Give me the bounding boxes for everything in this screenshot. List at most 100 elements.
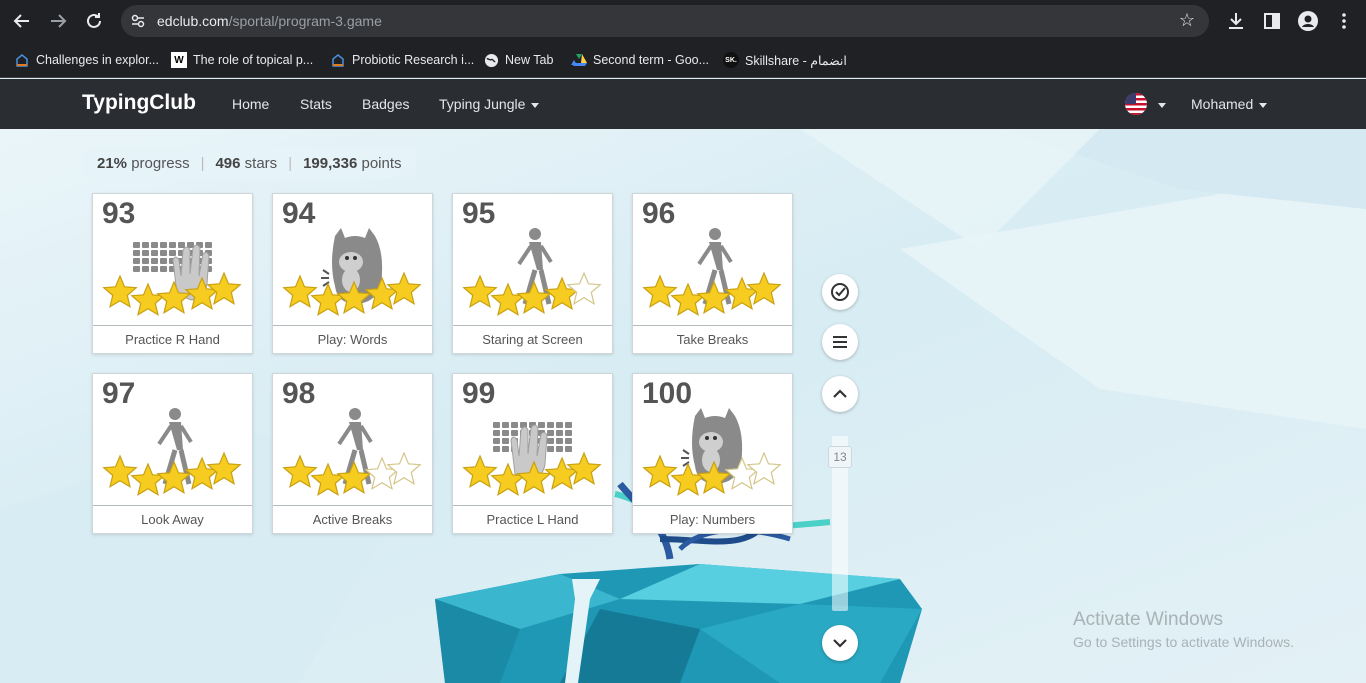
site-navbar: TypingClub Home Stats Badges Typing Jung… bbox=[0, 79, 1366, 129]
chevron-down-icon bbox=[531, 102, 540, 108]
stars-value: 496 bbox=[215, 154, 241, 172]
bookmark-item[interactable]: W The role of topical p... bbox=[171, 50, 313, 70]
bookmark-item[interactable]: SK. Skillshare - انضمام bbox=[723, 50, 847, 70]
google-drive-icon bbox=[571, 52, 587, 68]
rating-star-icon bbox=[566, 451, 602, 486]
wikipedia-icon: W bbox=[171, 52, 187, 68]
creature-icon bbox=[633, 404, 794, 504]
bookmarks-bar: Challenges in explor... W The role of to… bbox=[0, 42, 1366, 78]
rating-star-icon bbox=[386, 451, 422, 486]
menu-button[interactable] bbox=[822, 324, 858, 360]
lesson-title: Active Breaks bbox=[273, 505, 432, 533]
divider: | bbox=[288, 154, 293, 172]
page-icon bbox=[330, 52, 346, 68]
rating-star-icon bbox=[102, 274, 138, 309]
windows-activation-watermark: Activate Windows Go to Settings to activ… bbox=[1073, 609, 1294, 650]
address-bar[interactable]: edclub.com/sportal/program-3.game ☆ bbox=[121, 5, 1209, 37]
walking-person-icon bbox=[453, 224, 614, 324]
keyboard-hand-icon bbox=[453, 404, 614, 504]
rating-star-icon bbox=[462, 454, 498, 489]
rating-star-icon bbox=[102, 454, 138, 489]
nav-stats[interactable]: Stats bbox=[300, 96, 332, 112]
chevron-down-icon bbox=[1158, 102, 1166, 108]
rating-star-icon bbox=[462, 274, 498, 309]
lesson-map: 21% progress | 496 stars | 199,336 point… bbox=[0, 129, 1366, 683]
rating-star-icon bbox=[282, 454, 318, 489]
chevron-down-icon bbox=[833, 639, 847, 648]
side-panel-icon[interactable] bbox=[1260, 9, 1284, 33]
rating-star-icon bbox=[746, 271, 782, 306]
lesson-title: Take Breaks bbox=[633, 325, 792, 353]
lesson-card[interactable]: 93 Practice R Hand bbox=[92, 193, 253, 354]
stars-label: stars bbox=[244, 154, 278, 172]
rating-star-icon bbox=[282, 274, 318, 309]
chevron-up-icon bbox=[833, 389, 847, 398]
lesson-card[interactable]: 96 Take Breaks bbox=[632, 193, 793, 354]
lesson-title: Look Away bbox=[93, 505, 252, 533]
scroll-down-button[interactable] bbox=[822, 625, 858, 661]
globe-icon bbox=[483, 52, 499, 68]
rating-star-icon bbox=[130, 282, 166, 317]
progress-value: 21% bbox=[97, 154, 128, 172]
divider: | bbox=[200, 154, 205, 172]
menu-kebab-icon[interactable] bbox=[1332, 9, 1356, 33]
bookmark-item[interactable]: New Tab bbox=[483, 50, 553, 70]
bookmark-label: New Tab bbox=[505, 53, 554, 67]
download-icon[interactable] bbox=[1224, 9, 1248, 33]
rating-star-icon bbox=[490, 282, 526, 317]
bookmark-item[interactable]: Probiotic Research i... bbox=[330, 50, 474, 70]
lesson-title: Play: Numbers bbox=[633, 505, 792, 533]
creature-icon bbox=[273, 224, 434, 324]
rating-star-icon bbox=[310, 462, 346, 497]
watermark-subtitle: Go to Settings to activate Windows. bbox=[1073, 634, 1294, 650]
check-circle-icon bbox=[831, 283, 849, 301]
lesson-card[interactable]: 94 Play: Words bbox=[272, 193, 433, 354]
walking-person-icon bbox=[273, 404, 434, 504]
bookmark-star-icon[interactable]: ☆ bbox=[1179, 10, 1195, 31]
bookmark-item[interactable]: Challenges in explor... bbox=[14, 50, 159, 70]
page-icon bbox=[14, 52, 30, 68]
forward-arrow-icon[interactable] bbox=[46, 9, 70, 33]
user-name: Mohamed bbox=[1191, 96, 1254, 112]
bookmark-item[interactable]: Second term - Goo... bbox=[571, 50, 709, 70]
lesson-card[interactable]: 97 Look Away bbox=[92, 373, 253, 534]
back-arrow-icon[interactable] bbox=[10, 9, 34, 33]
site-info-icon[interactable] bbox=[129, 12, 147, 30]
reload-icon[interactable] bbox=[82, 9, 106, 33]
rating-star-icon bbox=[670, 282, 706, 317]
hamburger-icon bbox=[833, 336, 847, 348]
lesson-card[interactable]: 99 Practice L Hand bbox=[452, 373, 613, 534]
rating-star-icon bbox=[386, 271, 422, 306]
scroll-up-button[interactable] bbox=[822, 376, 858, 412]
nav-home[interactable]: Home bbox=[232, 96, 269, 112]
check-progress-button[interactable] bbox=[822, 274, 858, 310]
language-dropdown[interactable] bbox=[1152, 96, 1166, 112]
nav-typing-jungle-label: Typing Jungle bbox=[439, 96, 526, 112]
rating-star-icon bbox=[130, 462, 166, 497]
keyboard-hand-icon bbox=[93, 224, 254, 324]
us-flag-icon[interactable] bbox=[1125, 93, 1147, 115]
url-path: /sportal/program-3.game bbox=[228, 13, 382, 29]
nav-badges[interactable]: Badges bbox=[362, 96, 409, 112]
rating-star-icon bbox=[642, 454, 678, 489]
bookmark-label: The role of topical p... bbox=[193, 53, 314, 67]
bookmark-label: Skillshare - انضمام bbox=[745, 53, 847, 68]
lesson-title: Staring at Screen bbox=[453, 325, 612, 353]
lesson-title: Practice L Hand bbox=[453, 505, 612, 533]
walking-person-icon bbox=[633, 224, 794, 324]
profile-icon[interactable] bbox=[1296, 9, 1320, 33]
browser-toolbar: edclub.com/sportal/program-3.game ☆ bbox=[0, 0, 1366, 42]
bookmark-label: Challenges in explor... bbox=[36, 53, 159, 67]
lesson-card[interactable]: 95 Staring at Screen bbox=[452, 193, 613, 354]
lesson-title: Play: Words bbox=[273, 325, 432, 353]
rating-star-icon bbox=[642, 274, 678, 309]
lesson-card[interactable]: 98 Active Breaks bbox=[272, 373, 433, 534]
chevron-down-icon bbox=[1259, 102, 1268, 108]
watermark-title: Activate Windows bbox=[1073, 609, 1223, 630]
skillshare-icon: SK. bbox=[723, 52, 739, 68]
lesson-card[interactable]: 100 Play: Numbers bbox=[632, 373, 793, 534]
bookmark-label: Probiotic Research i... bbox=[352, 53, 475, 67]
user-menu[interactable]: Mohamed bbox=[1191, 96, 1268, 112]
nav-typing-jungle[interactable]: Typing Jungle bbox=[439, 96, 540, 112]
brand-logo[interactable]: TypingClub bbox=[82, 91, 196, 115]
